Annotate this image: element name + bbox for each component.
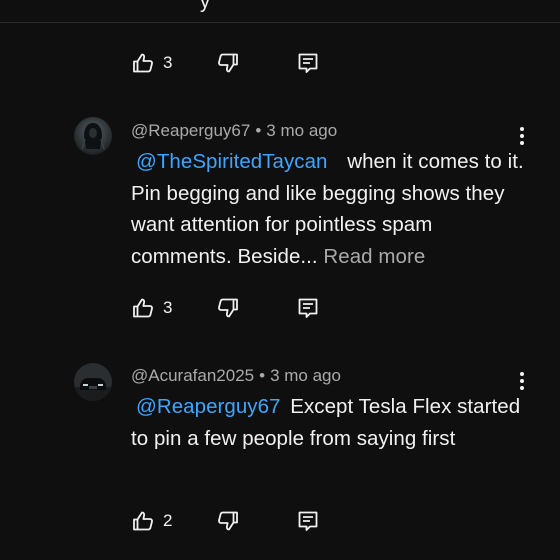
reply-icon (299, 511, 318, 531)
thumbs-up-icon (133, 298, 153, 318)
previous-comment-text: y (200, 0, 210, 13)
comment-actions: 2 (131, 508, 320, 534)
comment-header: @Reaperguy67 • 3 mo ago (131, 121, 337, 141)
comment-author[interactable]: @Acurafan2025 (131, 366, 254, 385)
like-button[interactable]: 3 (131, 51, 172, 75)
comment-menu-button[interactable] (514, 124, 530, 148)
reply-icon (299, 53, 318, 73)
dislike-button[interactable] (216, 51, 240, 75)
mention-link[interactable]: @TheSpiritedTaycan (136, 150, 328, 173)
dislike-button[interactable] (216, 509, 240, 533)
dark-hooded-figure-avatar (74, 117, 112, 155)
dislike-button[interactable] (216, 296, 240, 320)
like-count: 2 (163, 511, 173, 530)
like-count: 3 (163, 298, 173, 317)
avatar[interactable] (74, 363, 112, 401)
thumbs-down-icon (218, 53, 239, 73)
comment-header: @Acurafan2025 • 3 mo ago (131, 366, 341, 386)
comment-author[interactable]: @Reaperguy67 (131, 121, 250, 140)
thumbs-down-icon (218, 511, 239, 531)
comment-timestamp[interactable]: 3 mo ago (266, 121, 337, 140)
like-button[interactable]: 3 (131, 296, 172, 320)
comment-text: @TheSpiritedTaycan when it comes to it. … (131, 146, 526, 272)
mention-link[interactable]: @Reaperguy67 (136, 395, 281, 418)
meta-separator: • (255, 121, 262, 140)
like-button[interactable]: 2 (131, 509, 172, 533)
more-vert-icon (520, 127, 524, 145)
dark-car-avatar (74, 363, 112, 401)
reply-icon (299, 298, 318, 318)
thumbs-down-icon (218, 298, 239, 318)
comment-actions: 3 (131, 50, 320, 76)
comment-timestamp[interactable]: 3 mo ago (270, 366, 341, 385)
comment-menu-button[interactable] (514, 369, 530, 393)
comment-text: @Reaperguy67 Except Tesla Flex started t… (131, 391, 526, 454)
reply-button[interactable] (296, 296, 320, 320)
reply-button[interactable] (296, 509, 320, 533)
comment-actions: 3 (131, 295, 320, 321)
meta-separator: • (259, 366, 266, 385)
thumbs-up-icon (133, 511, 153, 531)
thumbs-up-icon (133, 53, 153, 73)
reply-button[interactable] (296, 51, 320, 75)
read-more-button[interactable]: Read more (323, 245, 425, 268)
previous-comment-fragment: y (0, 0, 560, 23)
more-vert-icon (520, 372, 524, 390)
avatar[interactable] (74, 117, 112, 155)
like-count: 3 (163, 53, 173, 72)
